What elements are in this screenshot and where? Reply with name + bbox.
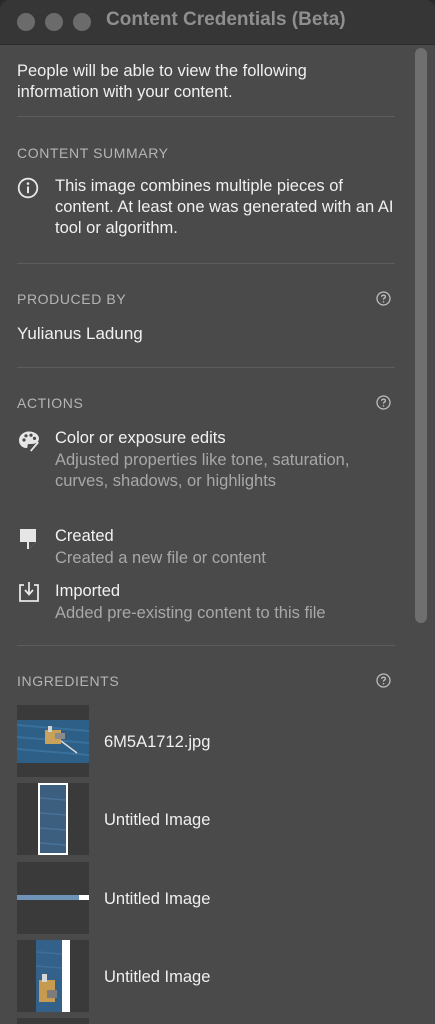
producer-name: Yulianus Ladung bbox=[17, 324, 143, 343]
info-icon bbox=[17, 177, 39, 199]
vertical-scrollbar[interactable] bbox=[411, 45, 435, 1024]
horizon-strip-thumbnail-image bbox=[17, 862, 89, 934]
content-summary-heading: CONTENT SUMMARY bbox=[17, 145, 169, 161]
ingredient-thumbnail[interactable] bbox=[17, 1018, 89, 1024]
action-title: Imported bbox=[55, 582, 121, 600]
credentials-panel: People will be able to view the followin… bbox=[0, 45, 410, 1024]
ocean-portrait-thumbnail-image bbox=[17, 783, 89, 855]
created-icon bbox=[20, 529, 36, 549]
divider bbox=[17, 116, 395, 117]
action-description: Added pre-existing content to this file bbox=[55, 604, 326, 622]
title-bar: Content Credentials (Beta) bbox=[0, 0, 435, 45]
zoom-window-button[interactable] bbox=[73, 13, 91, 31]
minimize-window-button[interactable] bbox=[45, 13, 63, 31]
divider bbox=[17, 645, 395, 646]
content-credentials-window: Content Credentials (Beta) People will b… bbox=[0, 0, 435, 1024]
ingredient-name[interactable]: Untitled Image bbox=[104, 811, 210, 830]
ingredient-thumbnail[interactable] bbox=[17, 862, 89, 934]
action-title: Created bbox=[55, 527, 114, 545]
import-icon bbox=[19, 582, 39, 602]
ingredient-name[interactable]: Untitled Image bbox=[104, 890, 210, 909]
content-summary-text: This image combines multiple pieces of c… bbox=[55, 177, 394, 237]
palette-icon bbox=[19, 431, 39, 452]
intro-text: People will be able to view the followin… bbox=[17, 62, 307, 101]
produced-by-heading: PRODUCED BY bbox=[17, 291, 127, 307]
ingredient-thumbnail[interactable] bbox=[17, 783, 89, 855]
action-description: Created a new file or content bbox=[55, 549, 266, 567]
help-icon[interactable] bbox=[376, 395, 391, 410]
scrollbar-thumb[interactable] bbox=[415, 48, 427, 623]
ingredient-thumbnail[interactable] bbox=[17, 940, 89, 1012]
divider bbox=[17, 263, 395, 264]
close-window-button[interactable] bbox=[17, 13, 35, 31]
divider bbox=[17, 367, 395, 368]
action-title: Color or exposure edits bbox=[55, 429, 226, 447]
action-description: Adjusted properties like tone, saturatio… bbox=[55, 451, 350, 490]
window-title: Content Credentials (Beta) bbox=[106, 9, 346, 30]
ocean-rig-thumbnail-image bbox=[17, 705, 89, 777]
rig-portrait-thumbnail-image bbox=[17, 940, 89, 1012]
help-icon[interactable] bbox=[376, 673, 391, 688]
ingredient-name[interactable]: Untitled Image bbox=[104, 968, 210, 987]
actions-heading: ACTIONS bbox=[17, 395, 84, 411]
ingredient-name[interactable]: 6M5A1712.jpg bbox=[104, 733, 210, 752]
ingredients-heading: INGREDIENTS bbox=[17, 673, 120, 689]
ingredient-thumbnail[interactable] bbox=[17, 705, 89, 777]
help-icon[interactable] bbox=[376, 291, 391, 306]
